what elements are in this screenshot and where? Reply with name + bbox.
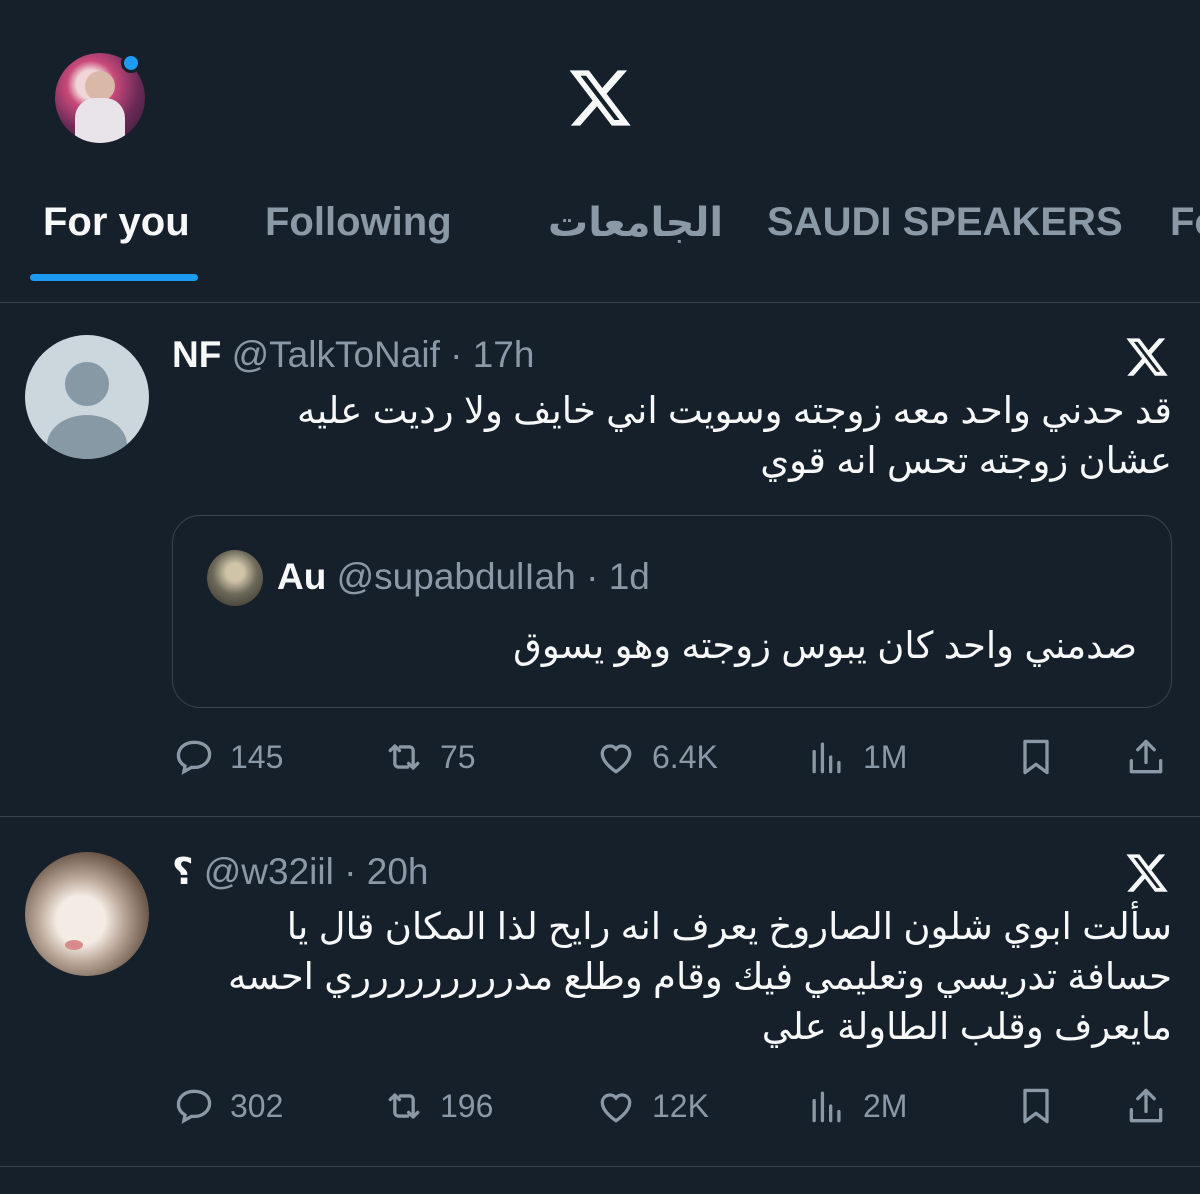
tweet-text-line: حسافة تدريسي وتعليمي فيك وقام وطلع مدررر… — [227, 956, 1172, 997]
bookmark-icon — [1023, 1088, 1049, 1124]
default-avatar-shoulders — [47, 415, 127, 459]
view-count: 1M — [863, 738, 908, 775]
notification-dot — [121, 53, 141, 73]
reply-icon — [176, 740, 212, 775]
reply-count: 145 — [230, 738, 284, 775]
tab-following[interactable]: Following — [265, 200, 452, 245]
views-button[interactable]: 1M — [805, 727, 907, 787]
share-icon — [1129, 1088, 1163, 1123]
avatar-figure-body — [75, 98, 125, 143]
like-count: 6.4K — [652, 738, 718, 775]
reply-icon — [176, 1089, 212, 1124]
x-logo-icon — [1126, 338, 1168, 376]
views-button[interactable]: 2M — [805, 1076, 907, 1136]
tweet-avatar[interactable] — [25, 852, 149, 976]
retweet-icon — [388, 744, 420, 770]
tweet-text: سألت ابوي شلون الصاروخ يعرف انه رايح لذا… — [228, 902, 1172, 1052]
views-chart-icon — [812, 742, 841, 774]
heart-icon — [600, 1093, 632, 1123]
tweet-actions: 302 196 12K 2M — [0, 1076, 1200, 1136]
avatar-figure-head — [85, 71, 115, 101]
top-bar — [0, 0, 1200, 190]
share-button[interactable] — [1124, 1076, 1168, 1136]
active-tab-indicator — [30, 274, 198, 281]
retweet-button[interactable]: 196 — [382, 1076, 493, 1136]
tweet-author-handle[interactable]: @TalkToNaif — [232, 334, 440, 375]
views-chart-icon — [812, 1091, 841, 1123]
like-count: 12K — [652, 1087, 709, 1124]
tab-for-you[interactable]: For you — [43, 200, 190, 245]
reply-button[interactable]: 145 — [172, 727, 283, 787]
quoted-tweet[interactable]: Au @supabdulIah · 1d صدمني واحد كان يبوس… — [172, 515, 1172, 708]
tweet-text: قد حدني واحد معه زوجته وسويت اني خايف ول… — [297, 386, 1172, 486]
tweet-actions: 145 75 6.4K 1M — [0, 727, 1200, 787]
share-icon — [1129, 739, 1163, 774]
bookmark-button[interactable] — [1014, 727, 1058, 787]
like-button[interactable]: 6.4K — [594, 727, 718, 787]
retweet-icon — [388, 1093, 420, 1119]
quoted-author-handle: @supabdulIah — [336, 556, 576, 597]
tab-universities[interactable]: الجامعات — [548, 200, 723, 246]
tweet-time[interactable]: 17h — [473, 334, 535, 375]
tweet[interactable]: ؟ @w32iil · 20h سألت ابوي شلون الصاروخ ي… — [0, 816, 1200, 1167]
tweet-text-line: مايعرف وقلب الطاولة علي — [761, 1006, 1172, 1047]
tweet-header: ؟ @w32iil · 20h — [172, 851, 429, 892]
tweet-author-name[interactable]: NF — [172, 334, 221, 375]
x-logo-icon[interactable] — [566, 64, 634, 132]
tab-more[interactable]: Fo — [1170, 200, 1200, 245]
tweet-author-name[interactable]: ؟ — [172, 851, 193, 892]
avatar-cat-mouth — [65, 940, 83, 950]
retweet-button[interactable]: 75 — [382, 727, 476, 787]
tweet-text-line: عشان زوجته تحس انه قوي — [760, 440, 1172, 481]
quoted-tweet-header: Au @supabdulIah · 1d — [277, 556, 650, 597]
tweet-time[interactable]: 20h — [367, 851, 429, 892]
tweet-header: NF @TalkToNaif · 17h — [172, 334, 535, 375]
tweet-text-line: سألت ابوي شلون الصاروخ يعرف انه رايح لذا… — [286, 906, 1172, 947]
like-button[interactable]: 12K — [594, 1076, 709, 1136]
bookmark-button[interactable] — [1014, 1076, 1058, 1136]
heart-icon — [600, 744, 632, 774]
reply-button[interactable]: 302 — [172, 1076, 283, 1136]
tab-saudi-speakers[interactable]: SAUDI SPEAKERS — [767, 200, 1123, 245]
view-count: 2M — [863, 1087, 908, 1124]
x-logo-icon — [1126, 854, 1168, 892]
bookmark-icon — [1023, 739, 1049, 775]
timeline-tabs: For you Following الجامعات SAUDI SPEAKER… — [0, 190, 1200, 303]
quoted-tweet-text: صدمني واحد كان يبوس زوجته وهو يسوق — [513, 625, 1137, 666]
retweet-count: 75 — [440, 738, 476, 775]
quoted-tweet-avatar — [207, 550, 263, 606]
quoted-tweet-time: 1d — [608, 556, 650, 597]
tweet-author-handle[interactable]: @w32iil — [204, 851, 334, 892]
retweet-count: 196 — [440, 1087, 494, 1124]
tweet-avatar[interactable] — [25, 335, 149, 459]
tweet-text-line: قد حدني واحد معه زوجته وسويت اني خايف ول… — [297, 390, 1172, 431]
share-button[interactable] — [1124, 727, 1168, 787]
default-avatar-head — [65, 362, 109, 406]
quoted-author-name: Au — [277, 556, 327, 597]
tweet[interactable]: NF @TalkToNaif · 17h قد حدني واحد معه زو… — [0, 302, 1200, 817]
reply-count: 302 — [230, 1087, 284, 1124]
